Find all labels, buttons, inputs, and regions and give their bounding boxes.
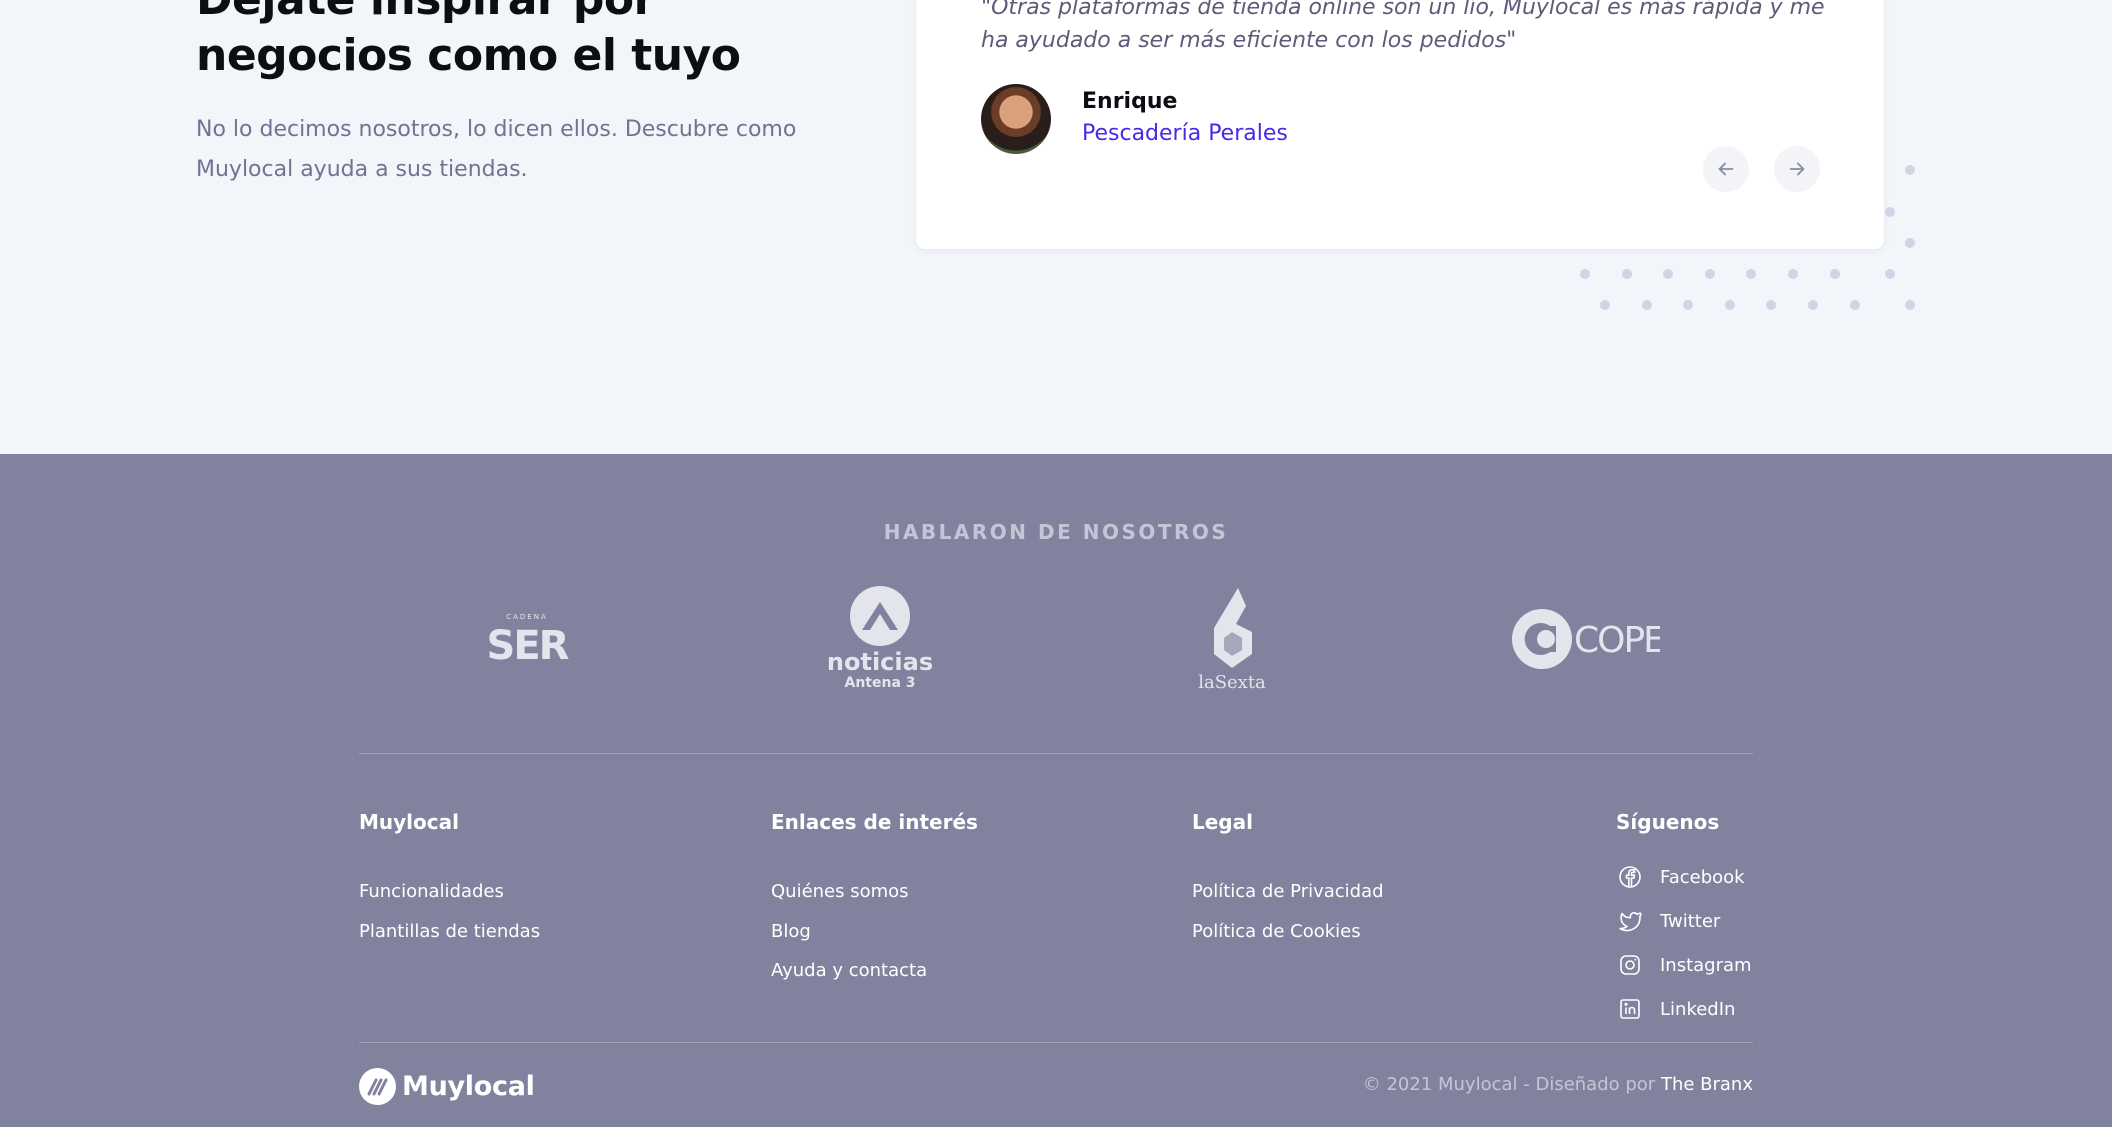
cope-logo: COPE — [1512, 609, 1660, 669]
social-label-linkedin: LinkedIn — [1660, 998, 1736, 1020]
decorative-dot — [1830, 269, 1840, 279]
section-subtext: No lo decimos nosotros, lo dicen ellos. … — [196, 117, 797, 182]
decorative-dot — [1905, 300, 1915, 310]
press-title: HABLARON DE NOSOTROS — [883, 520, 1229, 544]
footer-link-ayuda[interactable]: Ayuda y contacta — [771, 960, 927, 981]
footer-col-title-siguenos: Síguenos — [1616, 810, 1720, 834]
press-logo-cope: COPE — [1510, 584, 1660, 694]
footer-link-funcionalidades[interactable]: Funcionalidades — [359, 881, 504, 902]
decorative-dot — [1885, 269, 1895, 279]
footer-divider-bottom — [359, 1042, 1753, 1043]
footer-brand-name: Muylocal — [402, 1071, 535, 1102]
testimonial-author-name: Enrique — [1082, 89, 1178, 114]
decorative-dot — [1850, 300, 1860, 310]
press-logo-lasexta: laSexta — [1190, 584, 1274, 694]
decorative-dot — [1683, 300, 1693, 310]
decorative-dot — [1885, 207, 1895, 217]
decorative-dot — [1622, 269, 1632, 279]
footer-col-title-muylocal: Muylocal — [359, 810, 459, 834]
decorative-dot — [1725, 300, 1735, 310]
decorative-dot — [1580, 269, 1590, 279]
decorative-dot — [1788, 269, 1798, 279]
lasexta-label: laSexta — [1198, 672, 1266, 693]
decorative-dot — [1808, 300, 1818, 310]
decorative-dot — [1663, 269, 1673, 279]
decorative-dot — [1905, 238, 1915, 248]
social-link-facebook[interactable]: Facebook — [1618, 865, 1745, 889]
press-logo-ser: CADENA SER — [470, 584, 585, 694]
footer-link-quienes-somos[interactable]: Quiénes somos — [771, 881, 909, 902]
cadena-ser-logo: CADENA SER — [487, 613, 571, 669]
decorative-dot-pattern — [1580, 165, 1930, 315]
social-link-twitter[interactable]: Twitter — [1618, 909, 1720, 933]
footer-divider-top — [359, 753, 1753, 754]
social-label-twitter: Twitter — [1660, 910, 1721, 932]
instagram-icon — [1620, 955, 1640, 975]
ser-label: SER — [487, 623, 569, 669]
section-headline: Déjate inspirar por negocios como el tuy… — [196, 0, 741, 81]
muylocal-logo-icon — [359, 1068, 396, 1105]
footer-col-title-enlaces: Enlaces de interés — [771, 810, 978, 834]
press-logo-antena3: noticias Antena 3 — [820, 584, 940, 694]
footer-link-blog[interactable]: Blog — [771, 921, 811, 942]
social-label-instagram: Instagram — [1660, 954, 1752, 976]
antena3-sublabel: Antena 3 — [844, 675, 915, 691]
decorative-dot — [1905, 165, 1915, 175]
testimonials-section: Déjate inspirar por negocios como el tuy… — [0, 0, 2112, 454]
footer-brand[interactable]: Muylocal — [359, 1068, 535, 1105]
decorative-dot — [1746, 269, 1756, 279]
lasexta-logo: laSexta — [1198, 588, 1266, 693]
decorative-dot — [1600, 300, 1610, 310]
testimonial-quote: "Otras plataformas de tienda online son … — [981, 0, 1825, 53]
footer-link-cookies[interactable]: Política de Cookies — [1192, 921, 1361, 942]
social-link-instagram[interactable]: Instagram — [1618, 953, 1752, 977]
copyright-label: © 2021 Muylocal - Diseñado por — [1362, 1074, 1656, 1095]
decorative-dot — [1642, 300, 1652, 310]
linkedin-icon — [1620, 999, 1640, 1019]
avatar — [981, 84, 1051, 154]
footer-link-plantillas[interactable]: Plantillas de tiendas — [359, 921, 540, 942]
footer-link-privacidad[interactable]: Política de Privacidad — [1192, 881, 1384, 902]
twitter-icon — [1619, 912, 1642, 932]
facebook-icon — [1619, 866, 1641, 888]
decorative-dot — [1705, 269, 1715, 279]
social-link-linkedin[interactable]: LinkedIn — [1618, 997, 1735, 1021]
testimonial-author-shop[interactable]: Pescadería Perales — [1082, 121, 1288, 146]
ser-sublabel: CADENA — [506, 613, 548, 621]
footer-col-title-legal: Legal — [1192, 810, 1253, 834]
cope-label: COPE — [1574, 620, 1660, 661]
antena3-logo: noticias Antena 3 — [827, 586, 933, 691]
social-label-facebook: Facebook — [1660, 866, 1745, 888]
designer-credit-link[interactable]: The Branx — [1661, 1074, 1753, 1095]
decorative-dot — [1766, 300, 1776, 310]
copyright-text: © 2021 Muylocal - Diseñado por The Branx — [1363, 1074, 1753, 1095]
antena3-label: noticias — [827, 648, 933, 676]
site-footer: HABLARON DE NOSOTROS CADENA SER noticias… — [0, 454, 2112, 1127]
